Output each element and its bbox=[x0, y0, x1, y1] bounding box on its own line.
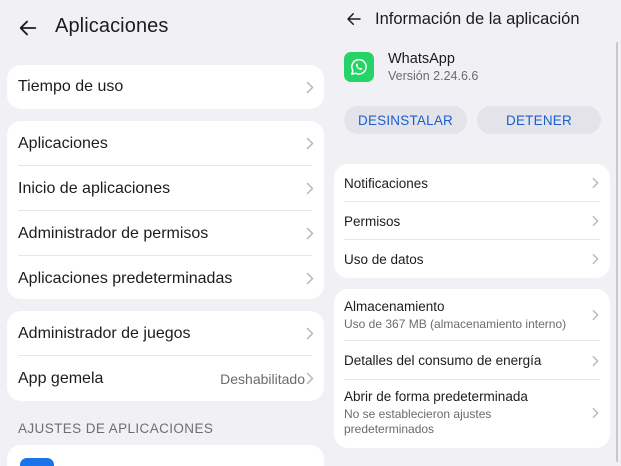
app-info-pane: Información de la aplicación WhatsApp Ve… bbox=[333, 0, 621, 466]
chevron-right-icon bbox=[589, 308, 601, 322]
chevron-right-icon bbox=[589, 252, 601, 266]
chevron-right-icon bbox=[304, 227, 316, 241]
uninstall-button[interactable]: DESINSTALAR bbox=[344, 106, 467, 134]
chevron-right-icon bbox=[304, 327, 316, 341]
list-item-label: Notificaciones bbox=[344, 175, 429, 191]
app-name: WhatsApp bbox=[388, 51, 455, 67]
page-title: Aplicaciones bbox=[55, 15, 169, 37]
list-item-screen-time[interactable]: Tiempo de uso bbox=[7, 65, 324, 109]
app-info-card: Notificaciones Permisos Uso de datos bbox=[334, 164, 610, 278]
list-item-label: Permisos bbox=[344, 213, 401, 229]
list-item-applications[interactable]: Aplicaciones bbox=[7, 121, 324, 166]
list-item-game-manager[interactable]: Administrador de juegos bbox=[7, 311, 324, 356]
storage-usage: Uso de 367 MB (almacenamiento interno) bbox=[344, 316, 567, 331]
force-stop-button[interactable]: DETENER bbox=[477, 106, 601, 134]
apps-settings-pane: Aplicaciones Tiempo de uso Aplicaciones … bbox=[0, 0, 333, 466]
list-item-label: Uso de datos bbox=[344, 251, 424, 267]
list-item-label: Administrador de permisos bbox=[18, 224, 209, 242]
arrow-left-icon bbox=[19, 20, 37, 36]
app-info-card: Almacenamiento Uso de 367 MB (almacenami… bbox=[334, 289, 610, 448]
back-button[interactable] bbox=[341, 6, 367, 32]
list-item-twin-app[interactable]: App gemela Deshabilitado bbox=[7, 356, 324, 401]
back-button[interactable] bbox=[12, 12, 44, 44]
chevron-right-icon bbox=[304, 372, 316, 386]
chevron-right-icon bbox=[304, 182, 316, 196]
list-item-notifications[interactable]: Notificaciones bbox=[334, 164, 610, 202]
list-item-label: Almacenamiento bbox=[344, 298, 445, 314]
list-item-label: Aplicaciones predeterminadas bbox=[18, 269, 233, 287]
scrollbar[interactable] bbox=[616, 42, 618, 462]
chevron-right-icon bbox=[304, 272, 316, 286]
list-item-storage[interactable]: Almacenamiento Uso de 367 MB (almacenami… bbox=[334, 289, 610, 341]
chevron-right-icon bbox=[589, 354, 601, 368]
list-item-label: Abrir de forma predeterminada bbox=[344, 389, 528, 404]
chevron-right-icon bbox=[304, 80, 316, 94]
list-item-open-by-default[interactable]: Abrir de forma predeterminada No se esta… bbox=[334, 380, 610, 446]
chevron-right-icon bbox=[589, 214, 601, 228]
list-item-battery-details[interactable]: Detalles del consumo de energía bbox=[334, 341, 610, 380]
list-item-data-usage[interactable]: Uso de datos bbox=[334, 240, 610, 278]
list-item-label: Detalles del consumo de energía bbox=[344, 353, 542, 368]
open-by-default-status: No se establecieron ajustes predetermina… bbox=[344, 407, 492, 436]
left-header: Aplicaciones bbox=[0, 0, 333, 56]
twin-app-status: Deshabilitado bbox=[220, 370, 305, 387]
list-item-permissions[interactable]: Permisos bbox=[334, 202, 610, 240]
settings-card: Aplicaciones Inicio de aplicaciones Admi… bbox=[7, 121, 324, 299]
chevron-right-icon bbox=[589, 406, 601, 420]
chevron-right-icon bbox=[589, 176, 601, 190]
list-item-label: App gemela bbox=[18, 369, 104, 387]
list-item-app-launch[interactable]: Inicio de aplicaciones bbox=[7, 166, 324, 211]
app-settings-icon bbox=[20, 458, 54, 466]
list-item-default-apps[interactable]: Aplicaciones predeterminadas bbox=[7, 256, 324, 299]
list-item-permission-manager[interactable]: Administrador de permisos bbox=[7, 211, 324, 256]
settings-card: Administrador de juegos App gemela Desha… bbox=[7, 311, 324, 401]
list-item-label: Aplicaciones bbox=[18, 134, 108, 152]
chevron-right-icon bbox=[304, 137, 316, 151]
list-item-label: Administrador de juegos bbox=[18, 324, 191, 342]
settings-card: Tiempo de uso bbox=[7, 65, 324, 109]
arrow-left-icon bbox=[347, 13, 361, 25]
list-item-label: Inicio de aplicaciones bbox=[18, 179, 171, 197]
right-header: Información de la aplicación bbox=[333, 0, 621, 40]
whatsapp-icon bbox=[344, 52, 374, 82]
page-title: Información de la aplicación bbox=[375, 10, 580, 28]
app-version: Versión 2.24.6.6 bbox=[388, 69, 479, 83]
list-item-label: Tiempo de uso bbox=[18, 78, 124, 95]
section-title: AJUSTES DE APLICACIONES bbox=[18, 421, 214, 436]
settings-card-partial bbox=[7, 445, 324, 466]
